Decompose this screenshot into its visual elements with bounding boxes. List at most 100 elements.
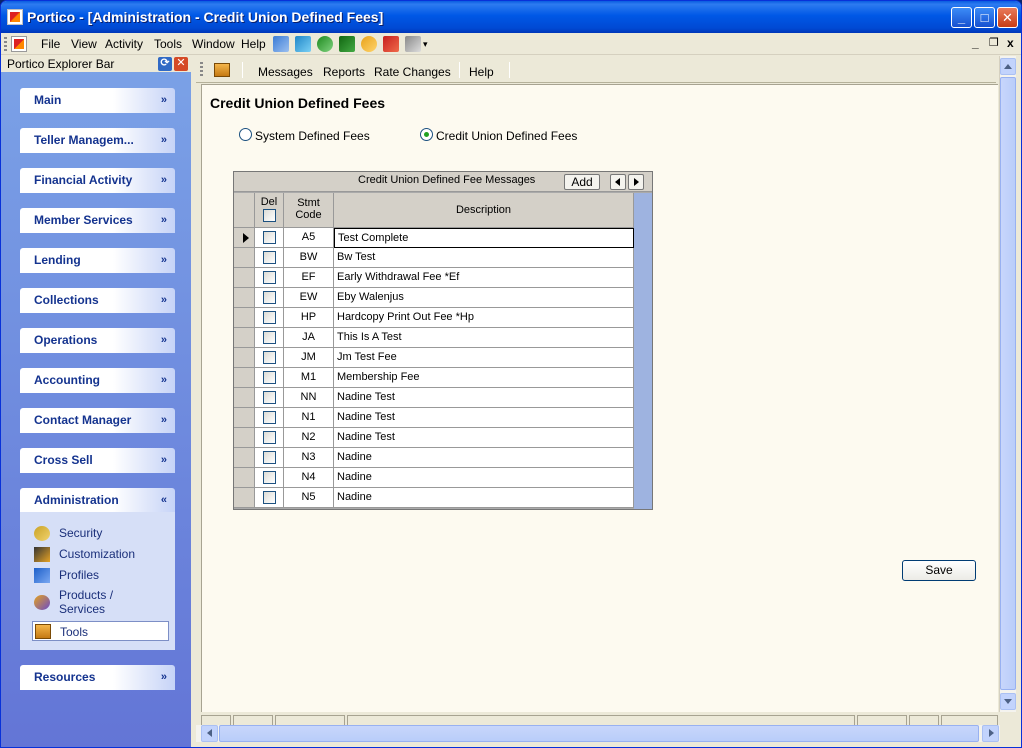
mdi-minimize-button[interactable]: _	[972, 36, 979, 50]
delete-checkbox[interactable]	[262, 431, 276, 444]
prev-arrow-icon[interactable]	[610, 174, 626, 190]
stmt-code-cell[interactable]: NN	[284, 388, 334, 408]
stmt-code-header[interactable]: Stmt Code	[284, 193, 334, 228]
description-cell[interactable]: Nadine	[334, 468, 634, 488]
row-selector[interactable]	[234, 468, 255, 488]
scroll-left-icon[interactable]	[201, 725, 218, 742]
add-button[interactable]: Add	[564, 174, 600, 190]
description-header[interactable]: Description	[334, 193, 634, 228]
description-cell[interactable]: This Is A Test	[334, 328, 634, 348]
row-selector[interactable]	[234, 368, 255, 388]
description-cell[interactable]: Nadine	[334, 488, 634, 508]
chevron-up-icon[interactable]: «	[161, 488, 167, 513]
stmt-code-cell[interactable]: A5	[284, 228, 334, 248]
admin-item-profiles[interactable]: Profiles	[32, 568, 169, 584]
toolbox-icon[interactable]	[214, 63, 230, 77]
resize-grip-icon[interactable]	[1000, 725, 1016, 742]
delete-checkbox[interactable]	[262, 231, 276, 244]
close-button[interactable]: ✕	[997, 7, 1018, 28]
scroll-thumb[interactable]	[219, 725, 979, 742]
chevron-down-icon[interactable]: »	[161, 665, 167, 690]
group-cross-sell[interactable]: Cross Sell »	[20, 448, 175, 473]
maximize-button[interactable]: □	[974, 7, 995, 28]
tag-icon[interactable]	[295, 36, 311, 52]
select-all-checkbox[interactable]	[262, 209, 276, 222]
delete-checkbox[interactable]	[262, 391, 276, 404]
pin-icon[interactable]: ⟳	[158, 57, 172, 71]
menu-reports[interactable]: Reports	[323, 65, 365, 79]
delete-checkbox[interactable]	[262, 251, 276, 264]
stmt-code-cell[interactable]: N1	[284, 408, 334, 428]
row-selector[interactable]	[234, 228, 255, 248]
table-row[interactable]: N4 Nadine	[234, 468, 634, 488]
row-selector[interactable]	[234, 288, 255, 308]
menu-rate-changes[interactable]: Rate Changes	[374, 65, 451, 79]
description-cell[interactable]: Hardcopy Print Out Fee *Hp	[334, 308, 634, 328]
chevron-down-icon[interactable]: »	[161, 368, 167, 393]
close-icon[interactable]: ✕	[174, 57, 188, 71]
delete-checkbox[interactable]	[262, 471, 276, 484]
description-cell[interactable]: Nadine Test	[334, 428, 634, 448]
toolbar-grip-icon[interactable]	[4, 37, 7, 51]
row-selector[interactable]	[234, 328, 255, 348]
row-selector[interactable]	[234, 428, 255, 448]
table-row[interactable]: N1 Nadine Test	[234, 408, 634, 428]
menu-activity[interactable]: Activity	[105, 37, 143, 51]
row-selector[interactable]	[234, 268, 255, 288]
row-selector[interactable]	[234, 248, 255, 268]
table-row[interactable]: EW Eby Walenjus	[234, 288, 634, 308]
next-arrow-icon[interactable]	[628, 174, 644, 190]
group-financial-activity[interactable]: Financial Activity »	[20, 168, 175, 193]
chevron-down-icon[interactable]: »	[161, 248, 167, 273]
mdi-close-button[interactable]: x	[1007, 36, 1014, 50]
group-member-services[interactable]: Member Services »	[20, 208, 175, 233]
description-cell[interactable]: Eby Walenjus	[334, 288, 634, 308]
mdi-restore-button[interactable]: ❐	[989, 36, 999, 49]
table-row[interactable]: A5 Test Complete	[234, 228, 634, 248]
menu-file[interactable]: File	[41, 37, 60, 51]
table-row[interactable]: JA This Is A Test	[234, 328, 634, 348]
stmt-code-cell[interactable]: N3	[284, 448, 334, 468]
stmt-code-cell[interactable]: N4	[284, 468, 334, 488]
chevron-down-icon[interactable]: »	[161, 408, 167, 433]
group-teller-management[interactable]: Teller Managem... »	[20, 128, 175, 153]
cash-icon[interactable]	[339, 36, 355, 52]
radio-credit-union-defined-fees[interactable]	[420, 128, 433, 141]
printer-icon[interactable]	[405, 36, 421, 52]
scroll-right-icon[interactable]	[982, 725, 999, 742]
description-cell[interactable]: Jm Test Fee	[334, 348, 634, 368]
stmt-code-cell[interactable]: N2	[284, 428, 334, 448]
toolbar-grip-icon[interactable]	[200, 62, 203, 77]
chevron-down-icon[interactable]: »	[161, 88, 167, 113]
group-operations[interactable]: Operations »	[20, 328, 175, 353]
row-selector[interactable]	[234, 388, 255, 408]
group-accounting[interactable]: Accounting »	[20, 368, 175, 393]
save-button[interactable]: Save	[902, 560, 976, 581]
menu-tools[interactable]: Tools	[154, 37, 182, 51]
chevron-down-icon[interactable]: »	[161, 208, 167, 233]
redo-arrow-icon[interactable]	[383, 36, 399, 52]
scroll-down-icon[interactable]	[1000, 693, 1016, 710]
delete-checkbox[interactable]	[262, 491, 276, 504]
group-administration[interactable]: Administration «	[20, 488, 175, 513]
description-cell[interactable]: Nadine Test	[334, 388, 634, 408]
menu-messages[interactable]: Messages	[258, 65, 313, 79]
radio-system-defined-fees[interactable]	[239, 128, 252, 141]
menu-window[interactable]: Window	[192, 37, 235, 51]
row-selector[interactable]	[234, 408, 255, 428]
stmt-code-cell[interactable]: EF	[284, 268, 334, 288]
table-row[interactable]: N2 Nadine Test	[234, 428, 634, 448]
table-row[interactable]: HP Hardcopy Print Out Fee *Hp	[234, 308, 634, 328]
radio-label-system[interactable]: System Defined Fees	[255, 129, 370, 143]
description-cell[interactable]: Nadine Test	[334, 408, 634, 428]
admin-item-tools[interactable]: Tools	[32, 621, 169, 641]
chevron-down-icon[interactable]: »	[161, 288, 167, 313]
vertical-scrollbar[interactable]	[999, 56, 1016, 712]
group-contact-manager[interactable]: Contact Manager »	[20, 408, 175, 433]
table-row[interactable]: EF Early Withdrawal Fee *Ef	[234, 268, 634, 288]
group-resources[interactable]: Resources »	[20, 665, 175, 690]
network-icon[interactable]	[273, 36, 289, 52]
delete-checkbox[interactable]	[262, 371, 276, 384]
stmt-code-cell[interactable]: JM	[284, 348, 334, 368]
delete-checkbox[interactable]	[262, 331, 276, 344]
